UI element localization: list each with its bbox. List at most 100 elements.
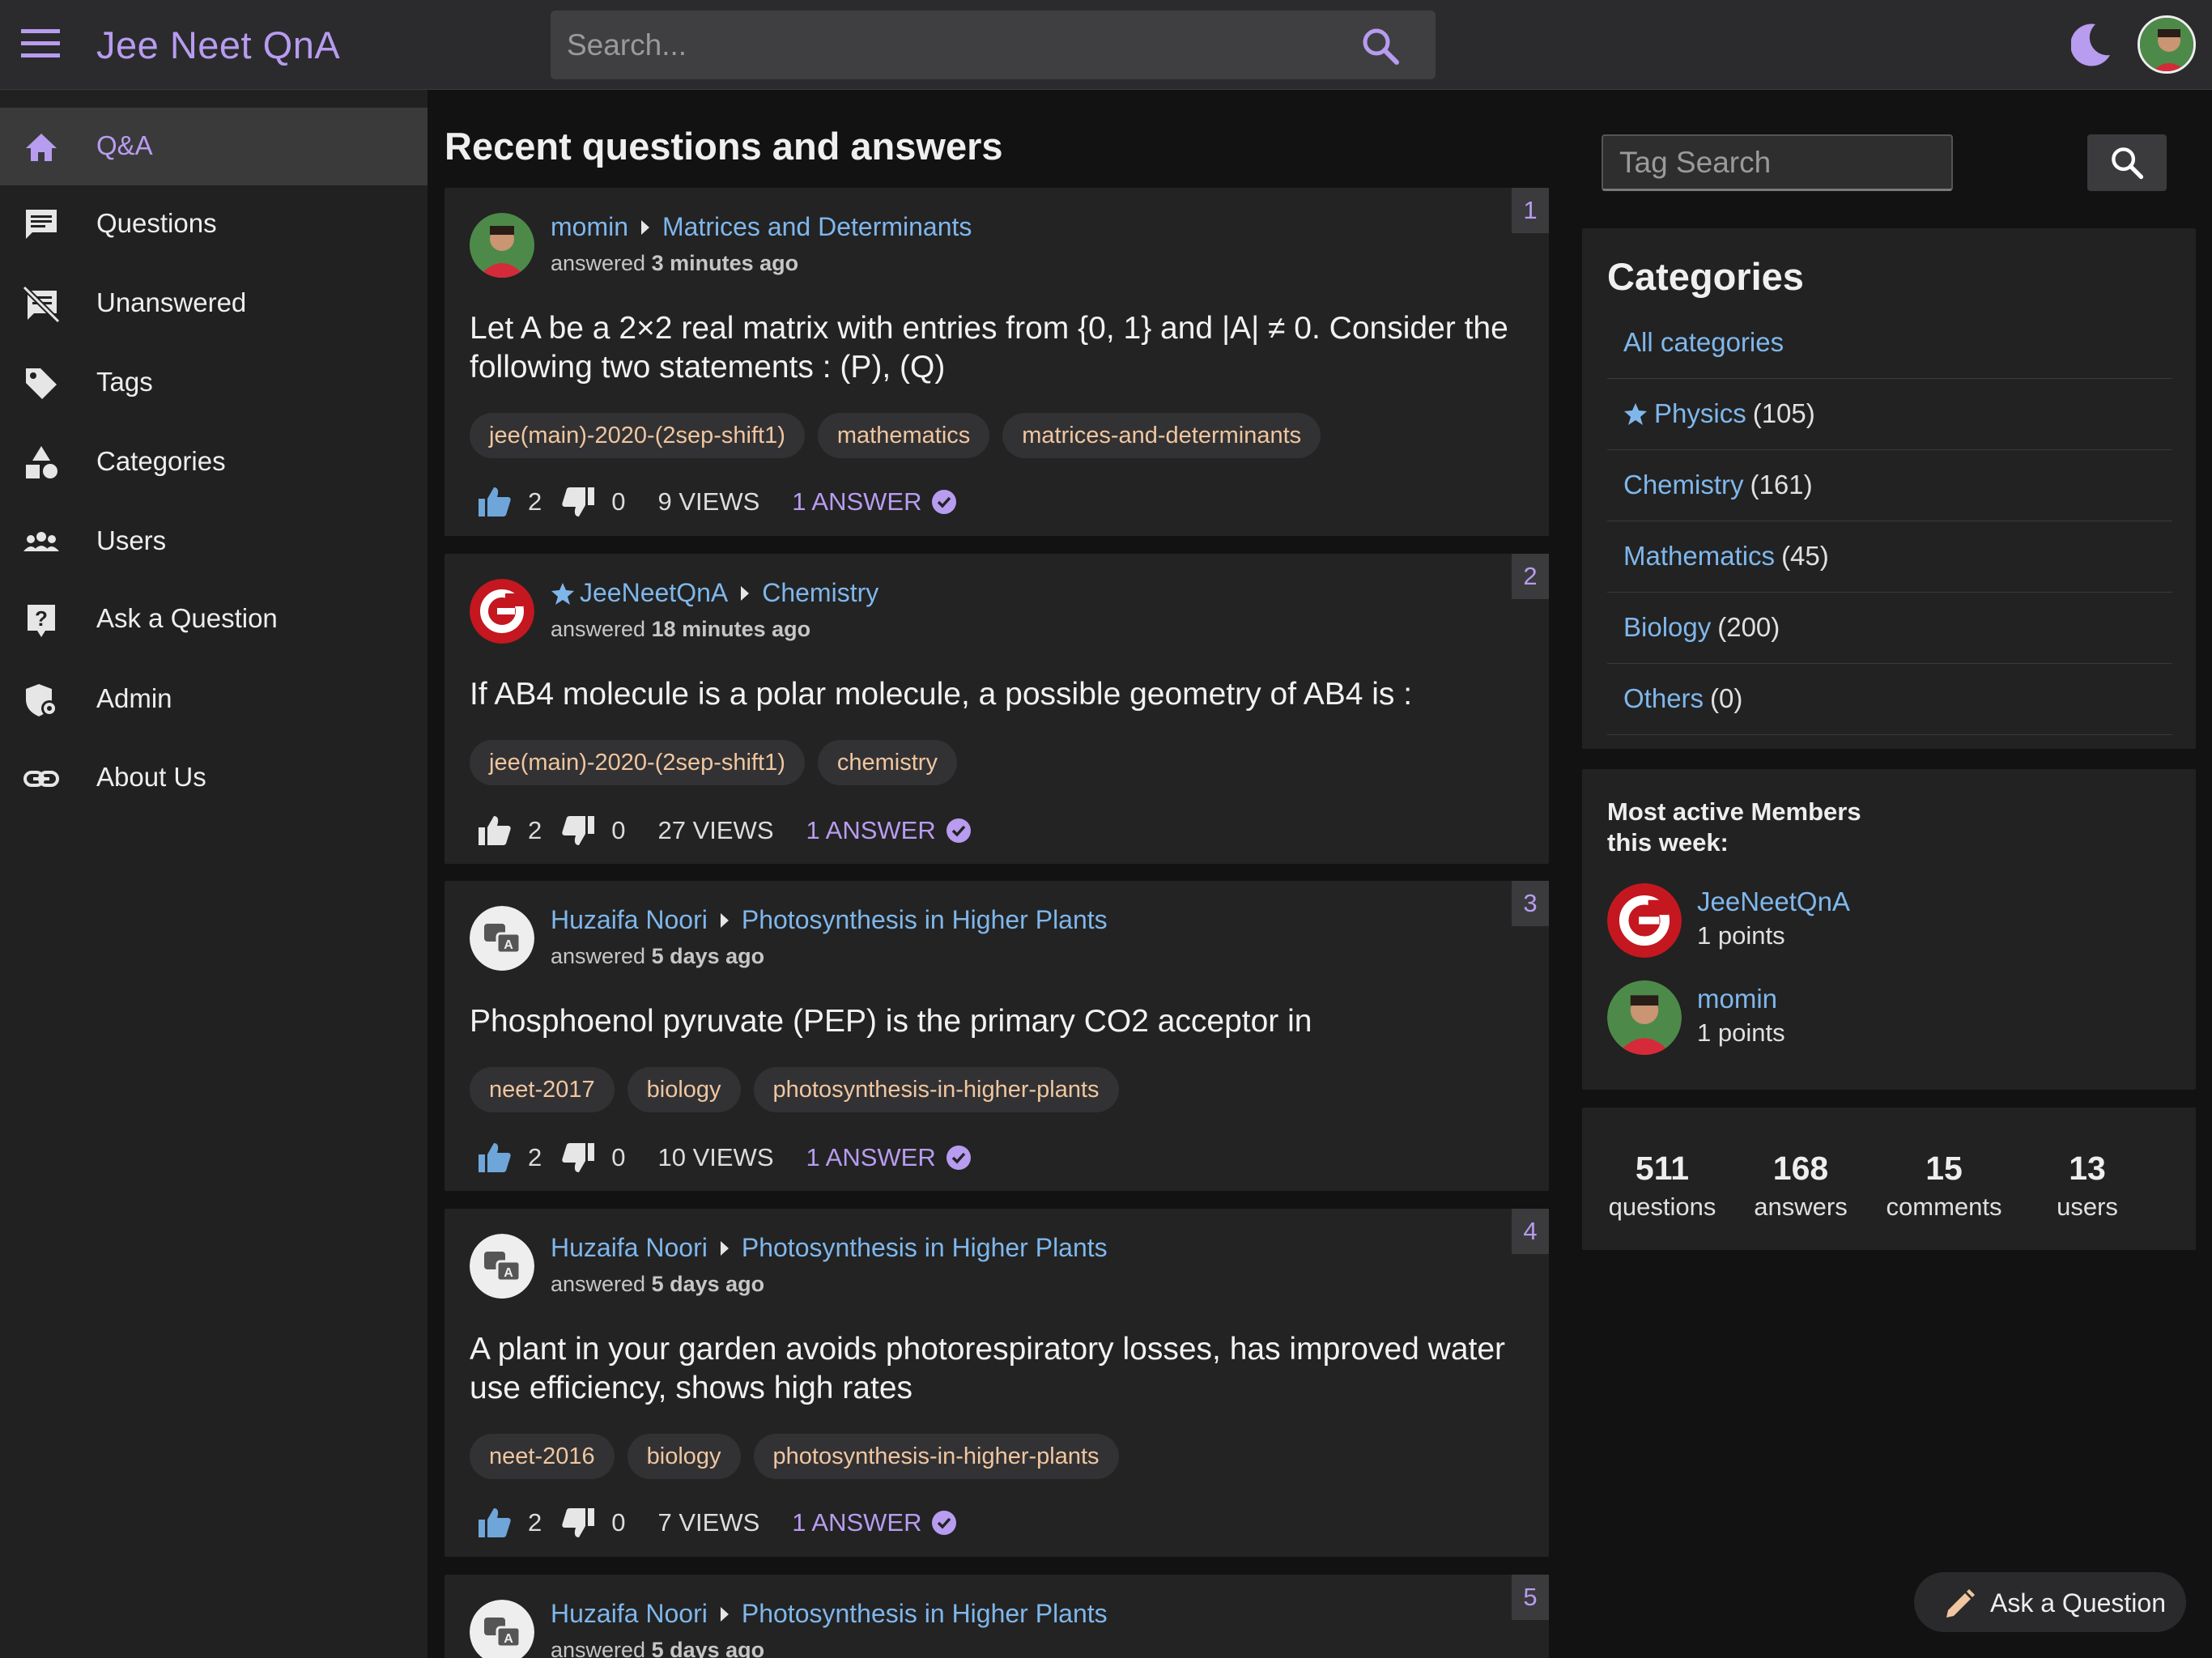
stat-questions: 511 questions <box>1608 1150 1716 1221</box>
question-title[interactable]: Let A be a 2×2 real matrix with entries … <box>470 309 1530 387</box>
sidebar-item-ask-question[interactable]: ? Ask a Question <box>0 580 428 658</box>
category-link[interactable]: Physics <box>1654 398 1746 429</box>
search-icon[interactable] <box>1361 27 1400 66</box>
question-card: 4 A Huzaifa Noori Photosynthesis in High… <box>445 1209 1549 1557</box>
site-title[interactable]: Jee Neet QnA <box>96 23 340 67</box>
member-name[interactable]: JeeNeetQnA <box>1697 886 1850 917</box>
tag-search-button[interactable] <box>2087 134 2167 191</box>
user-link[interactable]: JeeNeetQnA <box>580 578 728 608</box>
question-activity: answered 3 minutes ago <box>551 251 799 275</box>
category-item[interactable]: Others (0) <box>1607 664 2172 735</box>
thumbs-down-icon[interactable] <box>561 814 595 847</box>
sidebar-item-label: Tags <box>96 367 153 397</box>
question-number: 4 <box>1512 1209 1549 1254</box>
question-meta: JeeNeetQnA Chemistry <box>551 578 878 608</box>
sidebar-item-qa[interactable]: Q&A <box>0 108 428 185</box>
thumbs-down-icon[interactable] <box>561 1507 595 1539</box>
thumbs-down-icon[interactable] <box>561 486 595 518</box>
tag-list: neet-2017 biology photosynthesis-in-high… <box>470 1067 1119 1112</box>
avatar[interactable] <box>470 213 534 278</box>
tag-chip[interactable]: mathematics <box>817 413 990 458</box>
category-count: (105) <box>1752 398 1815 428</box>
tag-chip[interactable]: biology <box>627 1434 741 1479</box>
category-link[interactable]: Matrices and Determinants <box>662 212 972 242</box>
svg-text:A: A <box>504 1632 513 1646</box>
user-link[interactable]: Huzaifa Noori <box>551 1233 708 1263</box>
answer-count[interactable]: 1 ANSWER <box>806 1143 936 1172</box>
sidebar-item-categories[interactable]: Categories <box>0 423 428 501</box>
sidebar-item-users[interactable]: Users <box>0 503 428 580</box>
category-link[interactable]: Mathematics <box>1623 541 1775 572</box>
user-link[interactable]: momin <box>551 212 628 242</box>
ask-question-button[interactable]: Ask a Question <box>1914 1572 2186 1632</box>
user-link[interactable]: Huzaifa Noori <box>551 1599 708 1629</box>
tag-list: jee(main)-2020-(2sep-shift1) chemistry <box>470 740 957 785</box>
avatar[interactable] <box>1607 883 1682 958</box>
avatar[interactable] <box>1607 980 1682 1055</box>
member-name[interactable]: momin <box>1697 984 1777 1014</box>
chat-off-icon <box>23 286 60 323</box>
category-item[interactable]: Biology (200) <box>1607 593 2172 664</box>
caret-right-icon <box>641 219 650 235</box>
category-item[interactable]: Mathematics (45) <box>1607 521 2172 593</box>
category-link[interactable]: All categories <box>1623 327 1784 358</box>
tag-chip[interactable]: neet-2017 <box>470 1067 615 1112</box>
tag-chip[interactable]: photosynthesis-in-higher-plants <box>753 1434 1119 1479</box>
question-activity: answered 5 days ago <box>551 1638 765 1658</box>
question-title[interactable]: If AB4 molecule is a polar molecule, a p… <box>470 675 1530 714</box>
thumbs-up-icon[interactable] <box>478 1507 512 1539</box>
answer-count[interactable]: 1 ANSWER <box>792 1508 921 1537</box>
sidebar-item-admin[interactable]: Admin <box>0 661 428 738</box>
tag-chip[interactable]: matrices-and-determinants <box>1002 413 1321 458</box>
thumbs-up-icon[interactable] <box>478 1141 512 1174</box>
tag-chip[interactable]: biology <box>627 1067 741 1112</box>
home-icon <box>23 129 60 166</box>
thumbs-up-icon[interactable] <box>478 814 512 847</box>
avatar[interactable]: A <box>470 1234 534 1299</box>
star-icon <box>1624 403 1647 425</box>
sidebar-item-about-us[interactable]: About Us <box>0 739 428 817</box>
thumbs-down-icon[interactable] <box>561 1141 595 1174</box>
caret-right-icon <box>720 912 729 928</box>
tag-chip[interactable]: jee(main)-2020-(2sep-shift1) <box>470 413 805 458</box>
link-icon <box>23 760 60 797</box>
category-link[interactable]: Photosynthesis in Higher Plants <box>742 1599 1108 1629</box>
answer-count[interactable]: 1 ANSWER <box>806 816 936 845</box>
verified-check-icon <box>932 490 957 514</box>
tag-chip[interactable]: photosynthesis-in-higher-plants <box>753 1067 1119 1112</box>
hamburger-menu-icon[interactable] <box>21 28 60 60</box>
sidebar-item-tags[interactable]: Tags <box>0 344 428 422</box>
category-link[interactable]: Photosynthesis in Higher Plants <box>742 1233 1108 1263</box>
answer-count[interactable]: 1 ANSWER <box>792 487 921 517</box>
sidebar-item-unanswered[interactable]: Unanswered <box>0 265 428 342</box>
question-number: 5 <box>1512 1575 1549 1620</box>
category-link[interactable]: Others <box>1623 683 1704 714</box>
search-input[interactable] <box>567 11 1344 79</box>
caret-right-icon <box>720 1240 729 1256</box>
categories-panel: Categories All categories Physics (105) … <box>1582 228 2196 749</box>
question-title[interactable]: A plant in your garden avoids photorespi… <box>470 1330 1530 1408</box>
question-title[interactable]: Phosphoenol pyruvate (PEP) is the primar… <box>470 1002 1530 1041</box>
avatar[interactable] <box>470 579 534 644</box>
category-link[interactable]: Chemistry <box>1623 470 1744 500</box>
avatar[interactable]: A <box>470 1600 534 1658</box>
user-avatar[interactable] <box>2138 15 2196 74</box>
user-link[interactable]: Huzaifa Noori <box>551 905 708 935</box>
category-link[interactable]: Photosynthesis in Higher Plants <box>742 905 1108 935</box>
question-stats: 2 0 9 VIEWS 1 ANSWER <box>478 486 957 518</box>
category-item[interactable]: Physics (105) <box>1607 379 2172 450</box>
sidebar-item-questions[interactable]: Questions <box>0 185 428 263</box>
tag-chip[interactable]: chemistry <box>817 740 957 785</box>
category-item[interactable]: All categories <box>1607 308 2172 379</box>
thumbs-up-icon[interactable] <box>478 486 512 518</box>
view-count: 27 VIEWS <box>657 816 774 844</box>
category-link[interactable]: Biology <box>1623 612 1711 643</box>
tag-chip[interactable]: neet-2016 <box>470 1434 615 1479</box>
member-points: 1 points <box>1697 921 1785 950</box>
tag-chip[interactable]: jee(main)-2020-(2sep-shift1) <box>470 740 805 785</box>
category-link[interactable]: Chemistry <box>762 578 878 608</box>
category-item[interactable]: Chemistry (161) <box>1607 450 2172 521</box>
dark-mode-moon-icon[interactable] <box>2071 23 2112 66</box>
tag-search-input[interactable] <box>1619 136 1935 189</box>
avatar[interactable]: A <box>470 906 534 971</box>
